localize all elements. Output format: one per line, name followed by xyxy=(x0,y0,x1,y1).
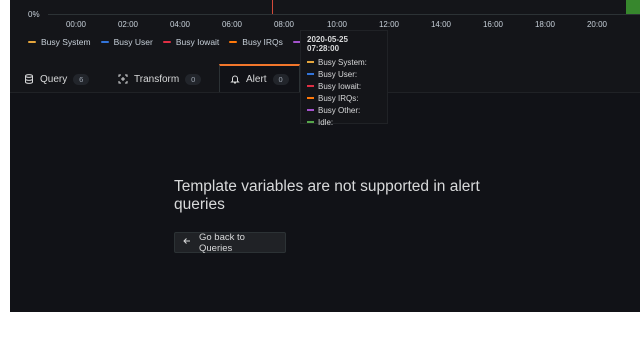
arrow-left-icon xyxy=(183,237,191,248)
x-axis-tick: 02:00 xyxy=(117,20,139,29)
button-label: Go back to Queries xyxy=(199,231,245,254)
tooltip-row: Busy User: xyxy=(307,68,381,80)
tooltip-label: Busy User: xyxy=(318,69,358,79)
x-axis-tick: 06:00 xyxy=(221,20,243,29)
x-axis-tick: 10:00 xyxy=(326,20,348,29)
y-axis-tick: 0% xyxy=(28,10,40,19)
legend-label: Busy User xyxy=(113,37,153,47)
tooltip-timestamp: 2020-05-25 07:28:00 xyxy=(307,35,348,53)
tooltip-label: Busy Iowait: xyxy=(318,81,362,91)
tooltip-swatch xyxy=(307,97,314,99)
transform-count-badge: 0 xyxy=(185,73,202,85)
legend-item-busy-system[interactable]: Busy System xyxy=(28,37,91,47)
query-count-badge: 6 xyxy=(73,73,90,85)
tooltip-label: Busy IRQs: xyxy=(318,93,359,103)
tooltip-row: Idle: xyxy=(307,116,381,128)
database-icon xyxy=(24,74,34,84)
tab-alert[interactable]: Alert 0 xyxy=(219,64,300,92)
x-axis-tick: 20:00 xyxy=(586,20,608,29)
tab-transform[interactable]: Transform 0 xyxy=(118,66,202,92)
legend-swatch xyxy=(28,41,36,43)
legend-item-busy-iowait[interactable]: Busy Iowait xyxy=(162,37,220,47)
alert-count-badge: 0 xyxy=(272,73,289,85)
tooltip-row: Busy Other: xyxy=(307,104,381,116)
tooltip-swatch xyxy=(307,61,314,63)
x-axis-tick: 14:00 xyxy=(430,20,452,29)
tooltip-label: Busy Other: xyxy=(318,105,361,115)
x-axis-tick: 04:00 xyxy=(169,20,191,29)
alert-unsupported-message: Template variables are not supported in … xyxy=(174,178,480,213)
x-axis-tick: 00:00 xyxy=(65,20,87,29)
tooltip-row: Busy System: xyxy=(307,56,381,68)
graph-tooltip: 2020-05-25 07:28:00 Busy System: Busy Us… xyxy=(300,30,388,127)
x-axis-tick: 08:00 xyxy=(273,20,295,29)
transform-icon xyxy=(118,74,128,84)
legend-label: Busy IRQs xyxy=(242,37,283,47)
tooltip-label: Busy System: xyxy=(318,57,367,67)
tab-label: Transform xyxy=(134,73,180,85)
x-axis-tick: 16:00 xyxy=(482,20,504,29)
tooltip-row: Busy IRQs: xyxy=(307,92,381,104)
legend-item-busy-irqs[interactable]: Busy IRQs xyxy=(229,37,283,47)
tooltip-label: Idle: xyxy=(318,117,334,127)
legend-item-busy-user[interactable]: Busy User xyxy=(100,37,153,47)
x-axis-tick: 18:00 xyxy=(534,20,556,29)
tab-query[interactable]: Query 6 xyxy=(24,66,90,92)
hover-cursor-line xyxy=(272,0,273,14)
tab-label: Query xyxy=(40,73,68,85)
bell-icon xyxy=(230,74,240,84)
tooltip-row: Busy Iowait: xyxy=(307,80,381,92)
tab-label: Alert xyxy=(246,73,267,85)
tooltip-swatch xyxy=(307,73,314,75)
go-back-to-queries-button[interactable]: Go back to Queries xyxy=(174,231,286,254)
tooltip-swatch xyxy=(307,109,314,111)
legend-swatch xyxy=(100,41,109,43)
tooltip-swatch xyxy=(307,85,314,87)
graph-legend: Busy System Busy User Busy Iowait Busy I… xyxy=(28,37,316,47)
graph-baseline xyxy=(48,14,640,15)
legend-label: Busy System xyxy=(41,37,91,47)
series-area-fill xyxy=(626,0,640,14)
legend-label: Busy Iowait xyxy=(175,37,220,47)
legend-swatch xyxy=(229,41,238,43)
tooltip-swatch xyxy=(307,121,314,123)
panel-editor: 0% 00:00 02:00 04:00 06:00 08:00 10:00 1… xyxy=(10,0,640,312)
x-axis-tick: 12:00 xyxy=(378,20,400,29)
legend-swatch xyxy=(162,41,171,43)
